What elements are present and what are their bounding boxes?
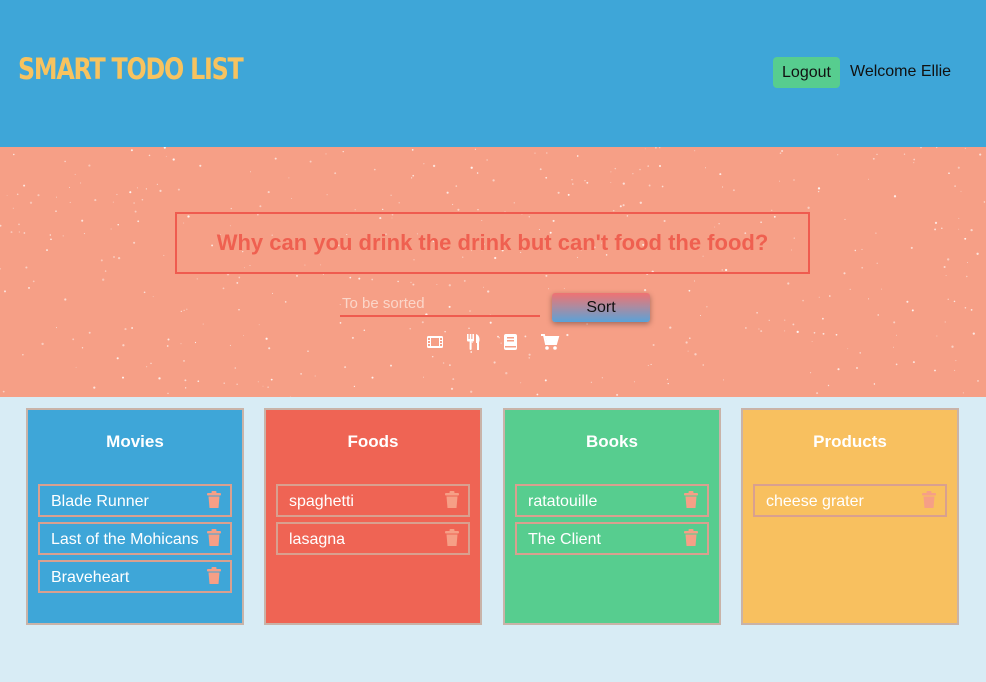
category-title: Movies (106, 432, 164, 451)
category-title: Books (586, 432, 638, 451)
logout-button[interactable]: Logout (773, 57, 840, 88)
todo-input[interactable] (340, 292, 540, 317)
hero-section: Why can you drink the drink but can't fo… (0, 147, 986, 397)
cart-icon[interactable] (540, 333, 560, 351)
trash-icon[interactable] (207, 529, 221, 546)
trash-icon[interactable] (684, 491, 698, 508)
category-title: Products (813, 432, 887, 451)
question-text: Why can you drink the drink but can't fo… (216, 230, 769, 255)
todo-item-label: Braveheart (51, 569, 130, 586)
category-card-foods: Foods spaghetti lasagna (264, 408, 482, 625)
welcome-text: Welcome Ellie (850, 63, 952, 80)
todo-item: ratatouille (515, 484, 709, 517)
film-icon[interactable] (425, 333, 445, 351)
trash-icon[interactable] (445, 491, 459, 508)
book-icon[interactable] (500, 333, 520, 351)
todo-item-label: ratatouille (528, 493, 598, 510)
header: SMART TODO LIST Logout Welcome Ellie (0, 0, 986, 147)
utensils-icon[interactable] (463, 333, 483, 351)
todo-item: spaghetti (276, 484, 470, 517)
category-card-movies: Movies Blade Runner Last of the Mohicans Br… (26, 408, 244, 625)
category-card-books: Books ratatouille The Client (503, 408, 721, 625)
category-title: Foods (347, 432, 399, 451)
sort-button[interactable]: Sort (552, 293, 650, 322)
todo-item: Last of the Mohicans (38, 522, 232, 555)
todo-item-label: Last of the Mohicans (51, 531, 199, 548)
question-box: Why can you drink the drink but can't fo… (175, 212, 810, 274)
brand-title: SMART TODO LIST (18, 52, 244, 86)
trash-icon[interactable] (684, 529, 698, 546)
todo-item: Blade Runner (38, 484, 232, 517)
category-card-products: Products cheese grater (741, 408, 959, 625)
trash-icon[interactable] (207, 567, 221, 584)
todo-item-label: The Client (528, 531, 601, 548)
trash-icon[interactable] (445, 529, 459, 546)
trash-icon[interactable] (922, 491, 936, 508)
trash-icon[interactable] (207, 491, 221, 508)
todo-item: Braveheart (38, 560, 232, 593)
todo-item-label: Blade Runner (51, 493, 149, 510)
todo-item: lasagna (276, 522, 470, 555)
todo-item: The Client (515, 522, 709, 555)
todo-item-label: cheese grater (766, 493, 864, 510)
todo-item: cheese grater (753, 484, 947, 517)
todo-item-label: spaghetti (289, 493, 354, 510)
todo-item-label: lasagna (289, 531, 346, 548)
category-icons (0, 333, 986, 353)
